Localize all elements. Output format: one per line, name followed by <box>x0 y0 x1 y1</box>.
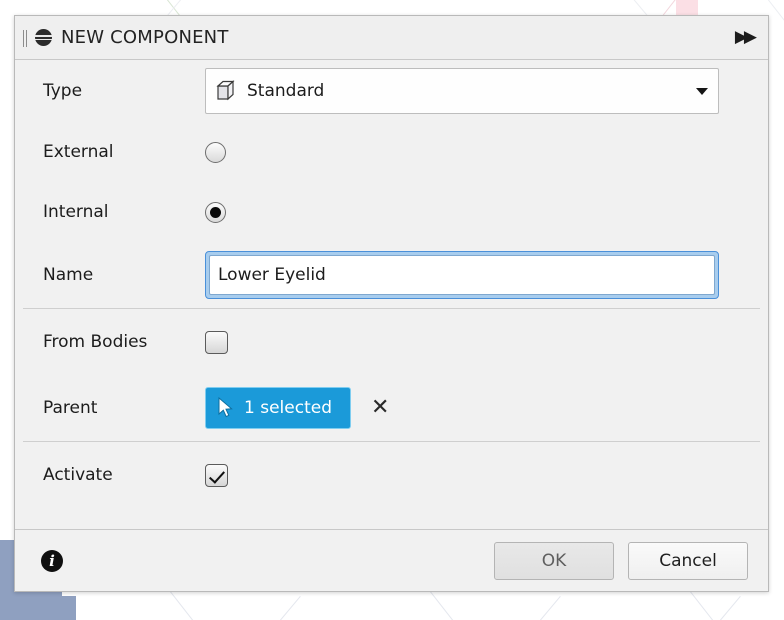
parent-field: 1 selected ✕ <box>205 387 389 429</box>
row-from-bodies: From Bodies <box>15 309 768 375</box>
row-type: Type Standard <box>15 60 768 122</box>
activate-field <box>205 463 228 487</box>
row-external: External <box>15 122 768 182</box>
cube-icon <box>216 80 235 101</box>
cursor-arrow-icon <box>218 397 233 418</box>
row-internal: Internal <box>15 182 768 242</box>
grid-line <box>430 591 505 620</box>
activate-checkbox[interactable] <box>205 463 228 487</box>
component-icon <box>35 29 52 46</box>
new-component-dialog: NEW COMPONENT ▶▶ Type Standard External … <box>14 15 769 592</box>
dialog-body: Type Standard External Internal Name Low… <box>15 60 768 529</box>
grid-line <box>222 596 301 620</box>
from-bodies-label: From Bodies <box>43 332 148 352</box>
left-browser-panel-handle[interactable] <box>62 596 76 620</box>
grid-line <box>482 596 561 620</box>
cancel-button[interactable]: Cancel <box>628 541 748 580</box>
section-activate: Activate <box>15 442 768 508</box>
activate-label: Activate <box>43 465 113 485</box>
close-x-icon[interactable]: ✕ <box>371 397 389 419</box>
double-right-arrow-icon[interactable]: ▶▶ <box>735 29 757 46</box>
row-activate: Activate <box>15 442 768 508</box>
type-field: Standard <box>205 68 719 114</box>
name-input-focus-ring <box>205 251 719 299</box>
row-parent: Parent 1 selected ✕ <box>15 375 768 441</box>
grid-line <box>170 591 245 620</box>
external-label: External <box>43 142 114 162</box>
type-dropdown[interactable]: Standard <box>205 68 719 114</box>
chevron-down-icon[interactable] <box>696 87 708 95</box>
name-label: Name <box>43 265 94 285</box>
from-bodies-checkbox[interactable] <box>205 330 228 354</box>
internal-label: Internal <box>43 202 109 222</box>
grid-line <box>690 591 765 620</box>
dialog-footer: i OK Cancel <box>15 529 768 591</box>
from-bodies-field <box>205 330 228 354</box>
name-field <box>205 251 719 299</box>
section-component-definition: Type Standard External Internal Name Low… <box>15 60 768 308</box>
dialog-titlebar[interactable]: NEW COMPONENT ▶▶ <box>15 16 768 60</box>
external-radio[interactable] <box>205 141 226 163</box>
external-field <box>205 141 226 163</box>
ok-button[interactable]: OK <box>494 541 614 580</box>
name-input[interactable] <box>209 255 715 295</box>
internal-radio[interactable] <box>205 201 226 223</box>
type-label: Type <box>43 81 83 101</box>
viewport-marker <box>676 0 698 16</box>
drag-grip-icon[interactable] <box>21 28 31 48</box>
info-icon[interactable]: i <box>41 549 63 572</box>
parent-label: Parent <box>43 398 98 418</box>
type-value: Standard <box>247 81 325 101</box>
parent-selection-count: 1 selected <box>244 398 332 418</box>
parent-selection-button[interactable]: 1 selected <box>205 387 351 429</box>
section-bodies-parent: From Bodies Parent 1 selected ✕ <box>15 309 768 441</box>
internal-field <box>205 201 226 223</box>
dialog-title: NEW COMPONENT <box>61 27 229 48</box>
row-name: Name <box>15 242 768 308</box>
